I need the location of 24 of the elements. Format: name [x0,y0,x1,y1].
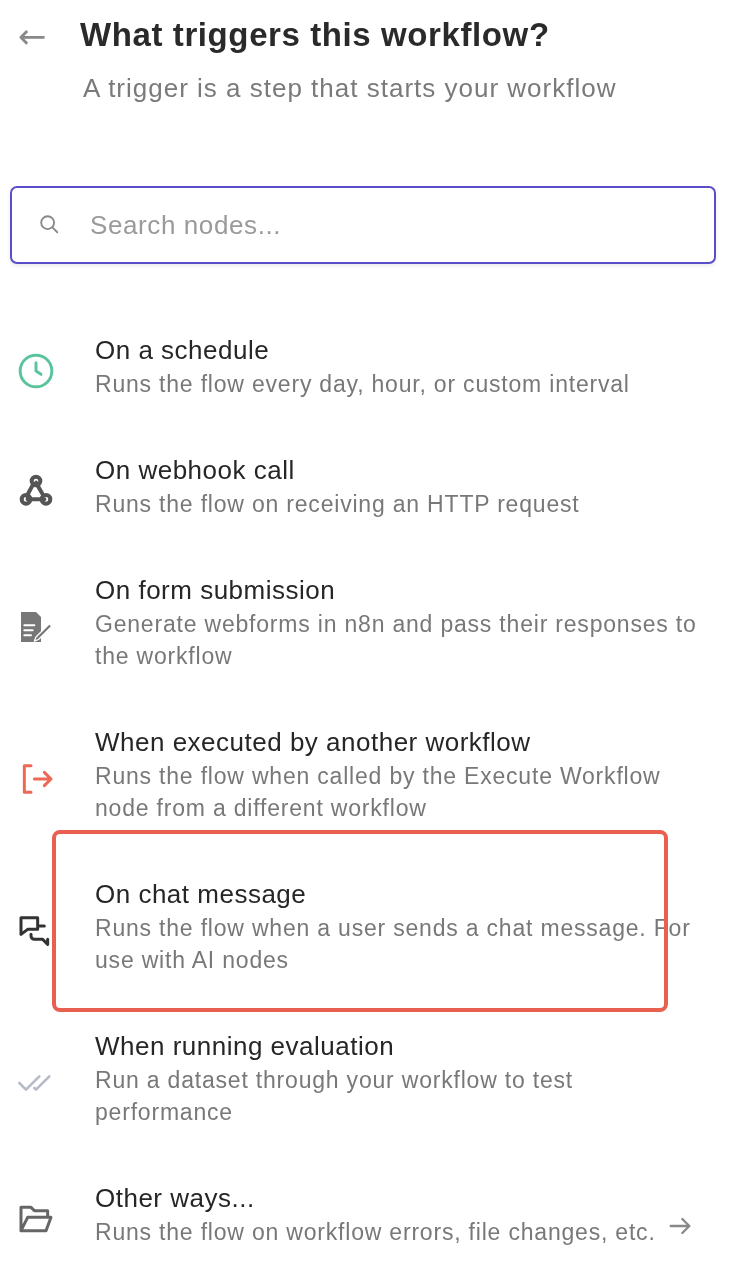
search-icon [38,213,60,235]
search-field[interactable]: Search nodes... [10,186,716,264]
trigger-description: Runs the flow when called by the Execute Workflow node from a different workflow [95,762,662,823]
trigger-option[interactable]: When executed by another workflow Runs the flow when called by the Execute Workflow node from a different workflow [0,724,738,824]
trigger-description: Generate webforms in n8n and pass their responses to the workflow [95,610,698,671]
trigger-option[interactable]: On form submission Generate webforms in n8n and pass their responses to the workflow [0,572,738,672]
trigger-title: On webhook call [95,454,296,487]
trigger-description: Run a dataset through your workflow to test performance [95,1066,575,1127]
trigger-title: When running evaluation [95,1030,396,1063]
trigger-option[interactable]: Other ways... Runs the flow on workflow errors, file changes, etc. [0,1180,738,1248]
trigger-description: Runs the flow every day, hour, or custom interval [95,370,631,399]
trigger-description: Runs the flow on workflow errors, file changes, etc. [95,1218,657,1247]
trigger-title: On form submission [95,574,337,607]
trigger-title: Other ways... [95,1182,256,1215]
page-subtitle: A trigger is a step that starts your workflow [83,72,617,104]
trigger-option[interactable]: On a schedule Runs the flow every day, hour, or custom interval [0,332,738,400]
trigger-option[interactable]: When running evaluation Run a dataset through your workflow to test performance [0,1028,738,1128]
trigger-title: When executed by another workflow [95,726,532,759]
trigger-option[interactable]: On webhook call Runs the flow on receiving an HTTP request [0,452,738,520]
page-title: What triggers this workflow? [80,15,551,55]
trigger-description: Runs the flow on receiving an HTTP request [95,490,581,519]
trigger-title: On a schedule [95,334,271,367]
clock-icon [16,351,56,391]
trigger-title: On chat message [95,878,308,911]
